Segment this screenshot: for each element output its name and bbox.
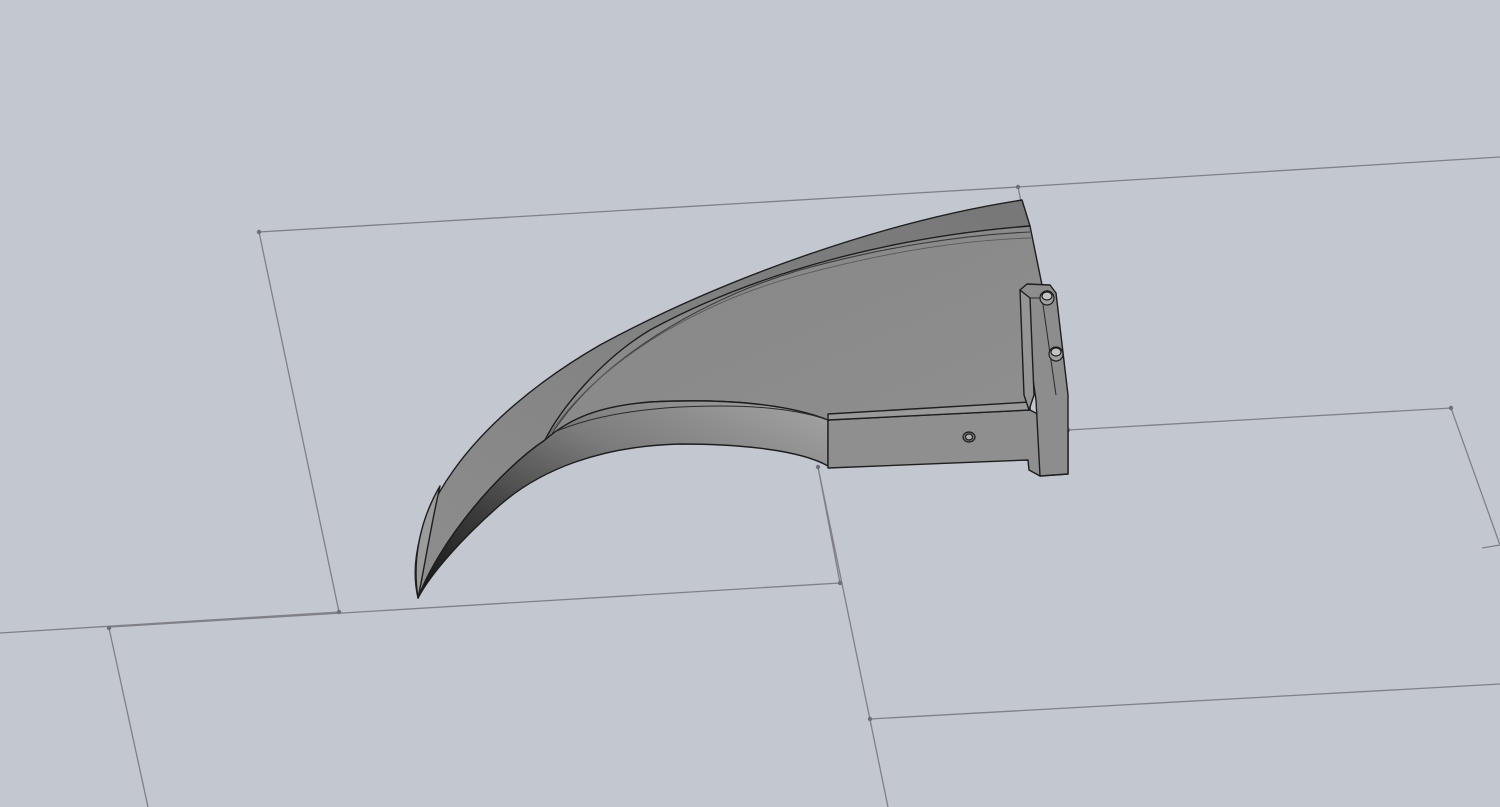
vertex-point: [106, 625, 112, 631]
cad-3d-viewport[interactable]: [0, 0, 1500, 807]
vertex-point: [837, 580, 843, 586]
base-block-side-face[interactable]: [827, 409, 1069, 477]
vertex-point: [867, 716, 873, 722]
vertex-point: [1448, 405, 1454, 411]
vertex-point: [336, 609, 342, 615]
vertex-point: [1015, 184, 1021, 190]
vertex-point: [815, 464, 821, 470]
mounting-bolt-lower-cap: [1050, 347, 1062, 357]
reference-plane-lines: [0, 156, 1500, 807]
side-pin-hole-inner: [964, 433, 974, 441]
plane-outline-lower: [109, 466, 889, 807]
plane-edge-far-right: [1481, 544, 1500, 549]
mounting-bolt-upper-cap: [1041, 291, 1053, 301]
plane-edge-lower-left: [108, 627, 149, 807]
vertex-point: [256, 229, 262, 235]
plane-outline-middle: [1067, 407, 1500, 546]
claw-model[interactable]: [414, 199, 1069, 599]
viewport-canvas[interactable]: [0, 0, 1500, 807]
plane-edge-lower-right: [869, 683, 1500, 720]
